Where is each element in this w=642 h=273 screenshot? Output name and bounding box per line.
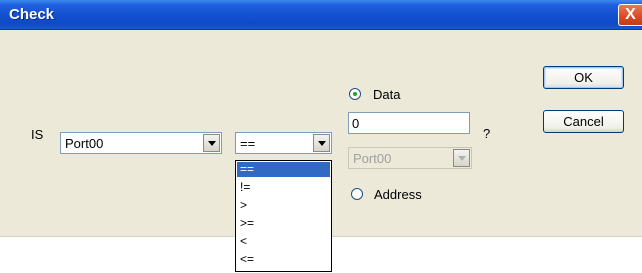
chevron-down-icon (453, 149, 470, 167)
operator-dropdown-list: == != > >= < <= (235, 160, 332, 272)
operator-option[interactable]: != (237, 180, 330, 195)
port-select[interactable]: Port00 (60, 132, 222, 154)
title-bar[interactable]: Check X (0, 0, 642, 30)
cancel-button[interactable]: Cancel (543, 110, 624, 133)
address-select: Port00 (348, 147, 472, 169)
is-label: IS (31, 127, 44, 142)
data-radio-label: Data (373, 87, 401, 102)
operator-option[interactable]: < (237, 234, 330, 249)
address-radio[interactable] (351, 188, 363, 200)
operator-option[interactable]: <= (237, 252, 330, 267)
dialog-title: Check (9, 6, 55, 23)
data-value-text: 0 (352, 116, 360, 131)
operator-option[interactable]: >= (237, 216, 330, 231)
check-dialog: Check X IS Port00 == == != > >= < <= Dat… (0, 0, 642, 273)
chevron-down-icon[interactable] (313, 134, 330, 152)
port-select-value: Port00 (65, 136, 104, 151)
address-select-value: Port00 (353, 151, 392, 166)
operator-select[interactable]: == (235, 132, 332, 154)
data-radio[interactable] (349, 88, 361, 100)
operator-option[interactable]: == (237, 162, 330, 177)
chevron-down-icon[interactable] (203, 134, 220, 152)
address-radio-label: Address (374, 187, 422, 202)
data-value-input[interactable]: 0 (348, 112, 470, 134)
close-icon: X (625, 6, 636, 23)
operator-option[interactable]: > (237, 198, 330, 213)
question-mark: ? (483, 126, 491, 141)
operator-select-value: == (240, 136, 256, 151)
close-button[interactable]: X (618, 4, 642, 26)
ok-button[interactable]: OK (543, 66, 624, 89)
